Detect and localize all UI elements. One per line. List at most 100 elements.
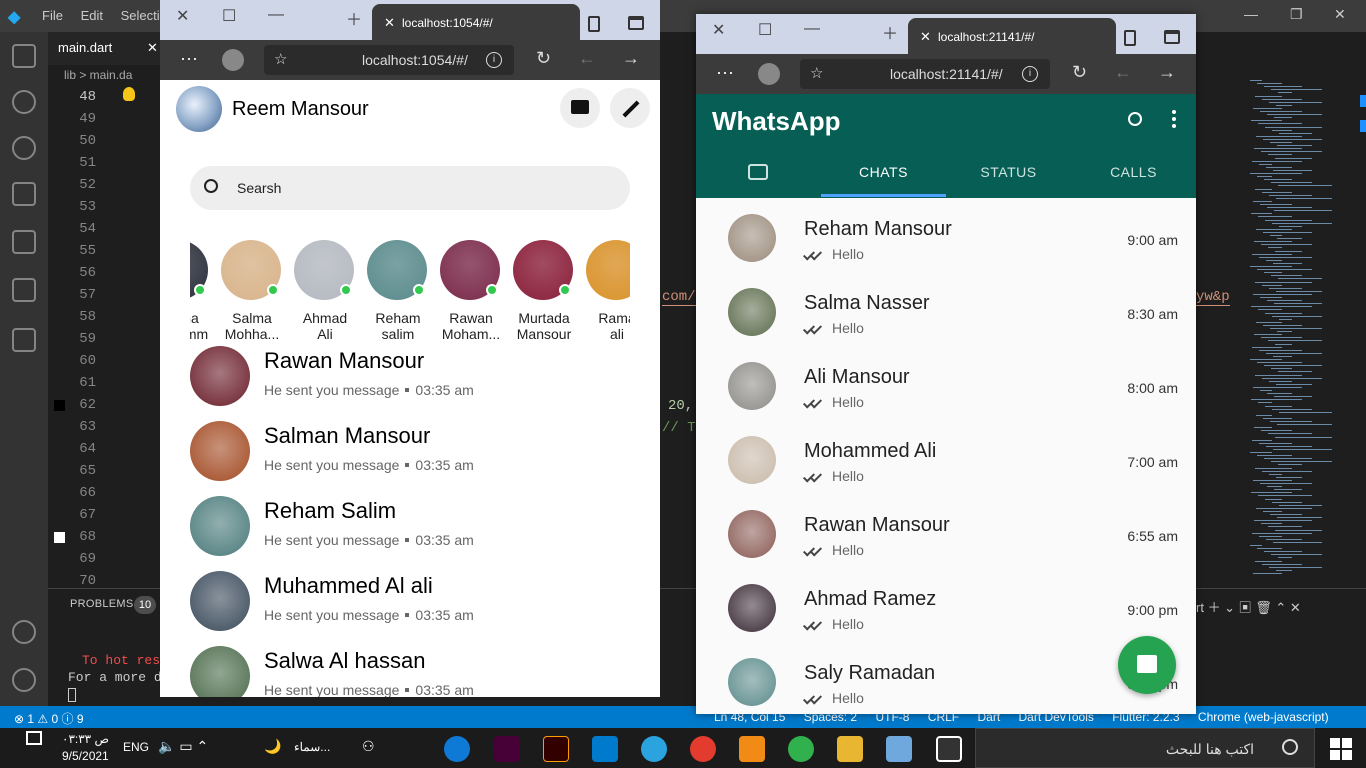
- pdf-app-icon[interactable]: [739, 736, 765, 762]
- browser-tab[interactable]: ✕ localhost:21141/#/: [908, 18, 1116, 54]
- search-icon[interactable]: [12, 90, 36, 114]
- file-explorer-icon[interactable]: [837, 736, 863, 762]
- search-input[interactable]: Searsh: [190, 166, 630, 210]
- menu-selection[interactable]: Selectio: [121, 8, 167, 23]
- address-bar[interactable]: ☆ localhost:1054/#/ i: [264, 45, 514, 75]
- clock-time[interactable]: ص ٠٣:٣٣: [62, 732, 109, 746]
- favorite-icon[interactable]: ☆: [274, 50, 287, 68]
- minimize-icon[interactable]: —: [804, 20, 820, 38]
- avatar[interactable]: [728, 658, 776, 706]
- edge-icon[interactable]: [444, 736, 470, 762]
- testing-icon[interactable]: [12, 278, 36, 302]
- tab-main-dart[interactable]: main.dart: [58, 40, 112, 55]
- list-item[interactable]: Ahmad Ramez Hello 9:00 pm: [696, 568, 1196, 642]
- maximize-icon[interactable]: ☐: [222, 6, 236, 26]
- refresh-icon[interactable]: ↻: [1072, 62, 1087, 83]
- minimap[interactable]: [1240, 80, 1340, 590]
- tab-status[interactable]: STATUS: [946, 164, 1071, 180]
- tab-problems[interactable]: PROBLEMS: [70, 598, 134, 610]
- list-item[interactable]: Mohammed Ali Hello 7:00 am: [696, 420, 1196, 494]
- address-bar[interactable]: ☆ localhost:21141/#/ i: [800, 59, 1050, 89]
- avatar[interactable]: [190, 421, 250, 481]
- new-chat-button[interactable]: [1118, 636, 1176, 694]
- avatar[interactable]: [190, 571, 250, 631]
- list-item[interactable]: Rawan Mansour He sent you message 03:35 am: [190, 346, 630, 410]
- back-icon[interactable]: ←: [1114, 62, 1132, 83]
- vscode-taskbar-icon[interactable]: [592, 736, 618, 762]
- tab-close-icon[interactable]: ✕: [920, 29, 931, 45]
- back-icon[interactable]: ←: [578, 48, 596, 69]
- tab-actions-icon[interactable]: [628, 16, 644, 30]
- list-item[interactable]: Rawan Mansour Hello 6:55 am: [696, 494, 1196, 568]
- adobe-xd-icon[interactable]: [494, 736, 520, 762]
- refresh-icon[interactable]: ↻: [536, 48, 551, 69]
- avatar[interactable]: [176, 86, 222, 132]
- forward-icon[interactable]: →: [622, 48, 640, 69]
- tab-chats[interactable]: CHATS: [821, 164, 946, 180]
- explorer-icon[interactable]: [12, 44, 36, 68]
- tab-actions-icon[interactable]: [1164, 30, 1180, 44]
- account-icon[interactable]: [12, 620, 36, 644]
- tab-calls[interactable]: CALLS: [1071, 164, 1196, 180]
- source-control-icon[interactable]: [12, 136, 36, 160]
- menu-file[interactable]: File: [42, 8, 63, 23]
- language-indicator[interactable]: ENG: [123, 740, 149, 754]
- avatar[interactable]: [728, 288, 776, 336]
- telegram-icon[interactable]: [641, 736, 667, 762]
- list-item[interactable]: Salman Mansour He sent you message 03:35 a…: [190, 421, 630, 485]
- close-window-icon[interactable]: ✕: [176, 6, 189, 26]
- browser-tab[interactable]: ✕ localhost:1054/#/: [372, 4, 580, 40]
- close-window-icon[interactable]: ✕: [712, 20, 725, 40]
- minimize-icon[interactable]: —: [1244, 6, 1258, 22]
- edit-button[interactable]: [610, 88, 650, 128]
- camera-button[interactable]: [560, 88, 600, 128]
- breakpoint-marker[interactable]: [54, 400, 65, 411]
- more-menu-icon[interactable]: ···: [180, 48, 198, 69]
- tab-close-icon[interactable]: ✕: [384, 15, 395, 31]
- computer-icon[interactable]: [886, 736, 912, 762]
- status-device[interactable]: Chrome (web-javascript): [1198, 710, 1329, 724]
- panel-controls[interactable]: rt ＋ ⌄ ▣ 🗑 ⌃ ✕: [1196, 597, 1301, 616]
- minimize-icon[interactable]: —: [268, 6, 284, 24]
- story-avatar[interactable]: [586, 240, 630, 300]
- favorite-icon[interactable]: ☆: [810, 64, 823, 82]
- send-app-icon[interactable]: [788, 736, 814, 762]
- people-icon[interactable]: ⚇: [362, 738, 375, 755]
- avatar[interactable]: [728, 584, 776, 632]
- list-item[interactable]: Salma Nasser Hello 8:30 am: [696, 272, 1196, 346]
- scrollbar-marker[interactable]: [1360, 95, 1366, 107]
- list-item[interactable]: Muhammed Al ali He sent you message 03:35 …: [190, 571, 630, 635]
- forward-icon[interactable]: →: [1158, 62, 1176, 83]
- page-icon[interactable]: [1124, 30, 1136, 46]
- avatar[interactable]: [728, 362, 776, 410]
- breakpoint-marker[interactable]: [54, 532, 65, 543]
- extensions-icon[interactable]: [12, 230, 36, 254]
- run-debug-icon[interactable]: [12, 182, 36, 206]
- news-widget[interactable]: سماء...: [294, 740, 330, 754]
- adobe-illustrator-icon[interactable]: [543, 736, 569, 762]
- action-center-icon[interactable]: [26, 731, 42, 745]
- settings-gear-icon[interactable]: [12, 668, 36, 692]
- list-item[interactable]: Reham Salim He sent you message 03:35 am: [190, 496, 630, 560]
- menu-edit[interactable]: Edit: [81, 8, 103, 23]
- breadcrumb[interactable]: lib > main.da: [64, 68, 132, 82]
- clock-date[interactable]: 9/5/2021: [62, 749, 109, 763]
- profile-avatar[interactable]: [758, 63, 780, 85]
- list-item[interactable]: Ali Mansour Hello 8:00 am: [696, 346, 1196, 420]
- info-icon[interactable]: i: [486, 52, 502, 68]
- search-icon[interactable]: [1128, 112, 1142, 126]
- system-tray-icons[interactable]: 🔈 ▭ ⌃: [158, 738, 208, 755]
- chrome-icon[interactable]: [690, 736, 716, 762]
- scrollbar-marker[interactable]: [1360, 120, 1366, 132]
- windows-start-icon[interactable]: [1330, 738, 1352, 760]
- more-menu-icon[interactable]: ···: [716, 62, 734, 83]
- lightbulb-icon[interactable]: [123, 87, 135, 101]
- info-icon[interactable]: i: [1022, 66, 1038, 82]
- more-vert-icon[interactable]: [1172, 110, 1176, 128]
- status-problems[interactable]: ⊗ 1 ⚠ 0 ⓘ 9: [14, 710, 84, 727]
- terminal-cursor[interactable]: [68, 688, 76, 702]
- stories-strip[interactable]: SalmaMohammSalmaMohha...AhmadAliRehamsal…: [190, 240, 630, 344]
- taskbar-search[interactable]: اكتب هنا للبحث: [975, 728, 1315, 768]
- page-icon[interactable]: [588, 16, 600, 32]
- avatar[interactable]: [728, 510, 776, 558]
